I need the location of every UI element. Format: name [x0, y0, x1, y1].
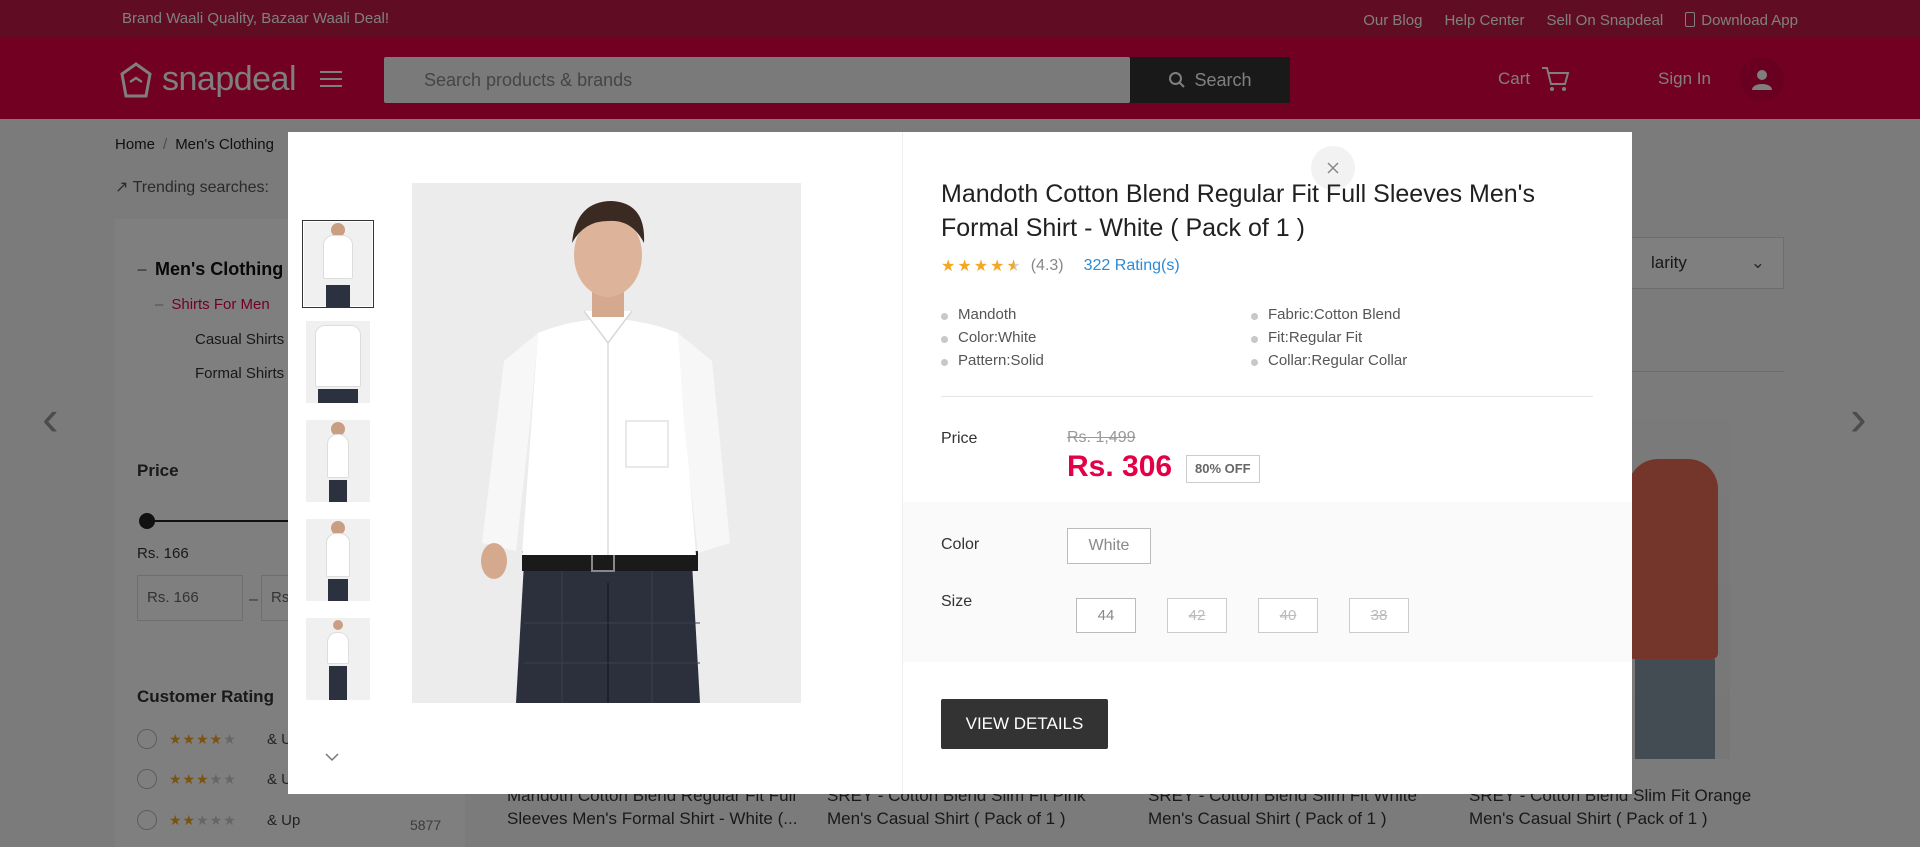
image-gallery [288, 132, 903, 794]
highlight-item: Pattern:Solid [941, 352, 1251, 369]
thumbnail-5[interactable] [306, 618, 370, 700]
highlight-item: Fabric:Cotton Blend [1251, 306, 1561, 323]
variant-section [903, 502, 1632, 662]
view-details-button[interactable]: VIEW DETAILS [941, 699, 1108, 749]
color-label: Color [941, 536, 980, 553]
thumbnail-4[interactable] [306, 519, 370, 601]
discount-badge: 80% OFF [1186, 455, 1260, 483]
chevron-down-icon[interactable] [324, 749, 340, 765]
size-option-38[interactable]: 38 [1349, 598, 1409, 633]
product-title-heading: Mandoth Cotton Blend Regular Fit Full Sl… [941, 180, 1535, 242]
color-option-white[interactable]: White [1067, 528, 1151, 564]
rating-count-link[interactable]: 322 Rating(s) [1084, 257, 1180, 275]
rating-summary: ★★★★★ (4.3) 322 Rating(s) [941, 256, 1180, 276]
highlight-item: Fit:Regular Fit [1251, 329, 1561, 346]
thumbnail-3[interactable] [306, 420, 370, 502]
size-option-44[interactable]: 44 [1076, 598, 1136, 633]
rating-stars-icon: ★★★★★ [941, 258, 1023, 275]
main-product-image[interactable] [412, 183, 801, 703]
rating-value: (4.3) [1030, 257, 1064, 274]
divider [941, 396, 1593, 397]
product-highlights: Mandoth Fabric:Cotton Blend Color:White … [941, 306, 1561, 369]
thumbnail-1[interactable] [302, 220, 374, 308]
size-option-40[interactable]: 40 [1258, 598, 1318, 633]
quick-view-modal: Mandoth Cotton Blend Regular Fit Full Sl… [288, 132, 1632, 794]
size-option-42[interactable]: 42 [1167, 598, 1227, 633]
original-price: Rs. 1,499 [1067, 429, 1136, 446]
highlight-item: Color:White [941, 329, 1251, 346]
highlight-item: Collar:Regular Collar [1251, 352, 1561, 369]
selling-price: Rs. 306 [1067, 450, 1173, 483]
price-label: Price [941, 430, 978, 447]
highlight-item: Mandoth [941, 306, 1251, 323]
close-icon [1327, 162, 1339, 174]
size-label: Size [941, 593, 973, 610]
thumbnail-2[interactable] [306, 321, 370, 403]
